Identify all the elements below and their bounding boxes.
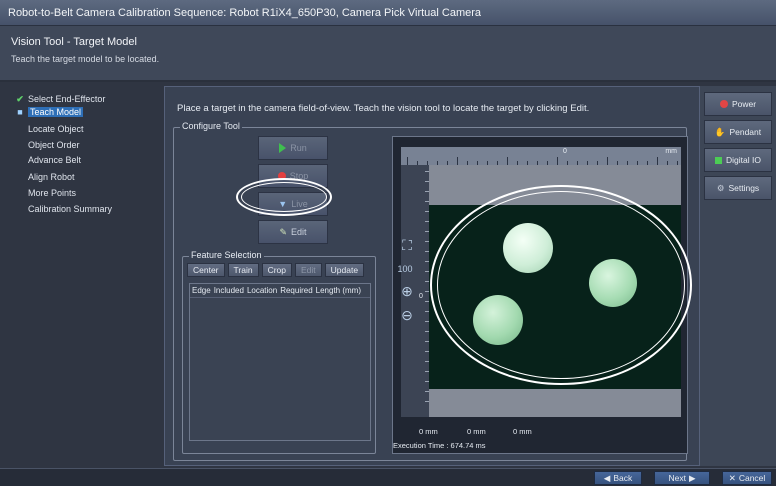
run-button[interactable]: Run xyxy=(258,136,328,160)
column-location: Location xyxy=(246,286,278,295)
current-step-icon: ■ xyxy=(17,107,23,117)
ruler-tick xyxy=(657,157,658,165)
checkmark-icon: ✔ xyxy=(16,94,24,104)
zoom-out-icon[interactable]: ⊖ xyxy=(397,305,417,325)
step-locate-object[interactable]: Locate Object xyxy=(14,122,84,136)
pendant-icon: ✋ xyxy=(714,126,726,137)
edit-button[interactable]: ✎ Edit xyxy=(258,220,328,244)
ruler-tick xyxy=(607,157,608,165)
step-align-robot[interactable]: Align Robot xyxy=(14,170,75,184)
zoom-in-icon[interactable]: ⊕ xyxy=(397,281,417,301)
train-button[interactable]: Train xyxy=(227,263,259,277)
back-button[interactable]: ◀ Back xyxy=(594,471,642,485)
play-icon xyxy=(279,143,287,153)
crop-button[interactable]: Crop xyxy=(261,263,293,277)
unit-label: mm xyxy=(665,148,677,155)
step-advance-belt[interactable]: Advance Belt xyxy=(14,153,81,167)
feature-selection-title: Feature Selection xyxy=(189,250,264,260)
ruler-zero-label: 0 xyxy=(563,148,567,155)
step-teach-model[interactable]: ■ Teach Model xyxy=(14,105,84,119)
settings-icon: ⚙ xyxy=(716,182,725,193)
right-panel: Power ✋ Pendant Digital IO ⚙ Settings xyxy=(700,86,776,466)
highlight-live-inner xyxy=(241,182,327,212)
digital-io-button[interactable]: Digital IO xyxy=(704,148,772,172)
ruler-tick xyxy=(407,157,408,165)
bottom-label-2: 0 mm xyxy=(467,427,486,436)
step-calibration-summary[interactable]: Calibration Summary xyxy=(14,202,112,216)
window-title: Robot-to-Belt Camera Calibration Sequenc… xyxy=(0,0,776,26)
back-icon: ◀ xyxy=(603,472,611,483)
ruler-tick xyxy=(557,157,558,165)
top-ruler: 0 mm xyxy=(401,147,681,165)
left-marker: 0 xyxy=(419,293,423,300)
step-select-end-effector[interactable]: ✔ Select End-Effector xyxy=(14,92,105,106)
column-edge: Edge xyxy=(192,286,211,295)
cancel-button[interactable]: ✕ Cancel xyxy=(722,471,772,485)
highlight-image-inner xyxy=(437,191,685,379)
ruler-tick xyxy=(457,157,458,165)
execution-time: Execution Time : 674.74 ms xyxy=(393,441,486,450)
digital-io-icon xyxy=(715,156,723,164)
pendant-button[interactable]: ✋ Pendant xyxy=(704,120,772,144)
feature-edit-button[interactable]: Edit xyxy=(295,263,322,277)
column-required: Required xyxy=(280,286,313,295)
feature-selection-group: Feature Selection Center Train Crop Edit… xyxy=(182,250,376,454)
footer-bar: ◀ Back Next ▶ ✕ Cancel xyxy=(0,468,776,486)
edit-icon: ✎ xyxy=(279,226,288,237)
update-button[interactable]: Update xyxy=(324,263,365,277)
page-subtitle: Teach the target model to be located. xyxy=(11,54,160,64)
step-object-order[interactable]: Object Order xyxy=(14,138,80,152)
next-button[interactable]: Next ▶ xyxy=(654,471,710,485)
feature-toolbar: Center Train Crop Edit Update xyxy=(187,263,365,277)
power-button[interactable]: Power xyxy=(704,92,772,116)
page-header: Vision Tool - Target Model Teach the tar… xyxy=(0,26,776,82)
page-title: Vision Tool - Target Model xyxy=(11,36,137,48)
cancel-icon: ✕ xyxy=(728,472,736,483)
bottom-label-3: 0 mm xyxy=(513,427,532,436)
step-more-points[interactable]: More Points xyxy=(14,186,76,200)
next-icon: ▶ xyxy=(688,472,696,483)
zoom-100-icon[interactable]: 100 xyxy=(395,259,415,279)
power-icon xyxy=(719,100,728,108)
fit-view-icon[interactable]: ⛶ xyxy=(397,235,417,255)
instructions-text: Place a target in the camera field-of-vi… xyxy=(177,103,590,114)
column-included: Included xyxy=(213,286,244,295)
column-length: Length (mm) xyxy=(315,286,362,295)
configure-tool-title: Configure Tool xyxy=(180,121,242,131)
center-button[interactable]: Center xyxy=(187,263,225,277)
feature-table[interactable]: Edge Included Location Required Length (… xyxy=(189,283,371,441)
feature-table-header: Edge Included Location Required Length (… xyxy=(190,284,370,298)
settings-button[interactable]: ⚙ Settings xyxy=(704,176,772,200)
bottom-label-1: 0 mm xyxy=(419,427,438,436)
ruler-tick xyxy=(507,157,508,165)
step-list: ✔ Select End-Effector ■ Teach Model Locate… xyxy=(14,88,162,458)
